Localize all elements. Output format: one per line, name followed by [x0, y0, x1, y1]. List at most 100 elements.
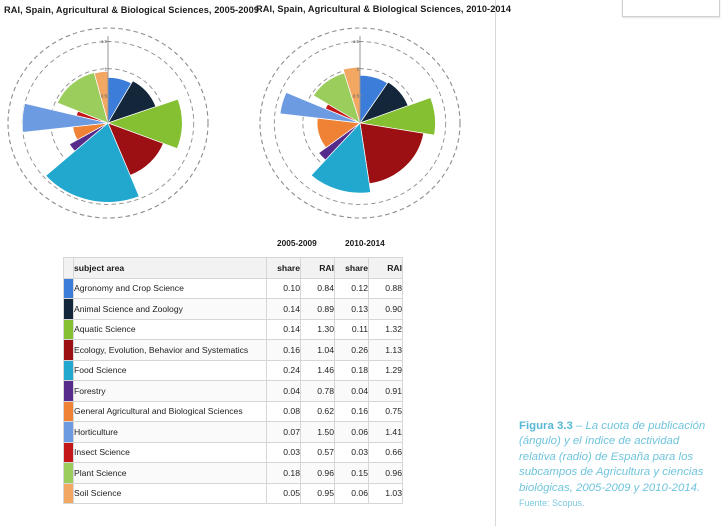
wedge-2010-2014 — [359, 122, 425, 185]
cell-subject-area: Horticulture — [73, 421, 267, 443]
legend-swatch — [63, 380, 74, 402]
cell-rai-1: 0.62 — [300, 400, 335, 422]
top-right-panel — [622, 0, 720, 17]
cell-rai-2: 0.88 — [368, 277, 403, 299]
table-row: Food Science 0.24 1.46 0.18 1.29 — [63, 359, 403, 381]
cell-share-1: 0.05 — [266, 482, 301, 504]
table-row: Forestry 0.04 0.78 0.04 0.91 — [63, 380, 403, 402]
cell-share-1: 0.04 — [266, 380, 301, 402]
legend-swatch — [63, 441, 74, 463]
color-swatch — [64, 299, 73, 319]
cell-rai-1: 0.78 — [300, 380, 335, 402]
color-swatch — [64, 360, 73, 380]
polar-chart-2005-2009: 0.5 1 1.5 — [0, 16, 240, 232]
cell-rai-2: 0.66 — [368, 441, 403, 463]
cell-rai-1: 0.96 — [300, 462, 335, 484]
cell-rai-2: 1.03 — [368, 482, 403, 504]
header-rai-2: RAI — [368, 257, 403, 279]
table-header-row: subject area share RAI share RAI — [63, 257, 403, 279]
cell-rai-2: 0.96 — [368, 462, 403, 484]
cell-subject-area: General Agricultural and Biological Scie… — [73, 400, 267, 422]
cell-share-2: 0.06 — [334, 482, 369, 504]
cell-share-1: 0.16 — [266, 339, 301, 361]
data-table-wrapper: subject area share RAI share RAI Agronom… — [63, 257, 403, 504]
cell-share-1: 0.14 — [266, 318, 301, 340]
header-rai-1: RAI — [300, 257, 335, 279]
cell-rai-1: 1.50 — [300, 421, 335, 443]
cell-rai-1: 0.95 — [300, 482, 335, 504]
period-header-1: 2005-2009 — [277, 238, 317, 248]
cell-share-1: 0.24 — [266, 359, 301, 381]
legend-swatch — [63, 359, 74, 381]
cell-rai-1: 1.30 — [300, 318, 335, 340]
table-row: Soil Science 0.05 0.95 0.06 1.03 — [63, 482, 403, 504]
cell-share-1: 0.10 — [266, 277, 301, 299]
table-body: Agronomy and Crop Science 0.10 0.84 0.12 0.8… — [63, 277, 403, 504]
figure-page: RAI, Spain, Agricultural & Biological Sc… — [0, 0, 727, 526]
cell-share-2: 0.16 — [334, 400, 369, 422]
legend-swatch — [63, 277, 74, 299]
header-subject-area: subject area — [73, 257, 267, 279]
cell-rai-1: 0.57 — [300, 441, 335, 463]
cell-rai-2: 1.29 — [368, 359, 403, 381]
cell-share-2: 0.11 — [334, 318, 369, 340]
header-share-1: share — [266, 257, 301, 279]
table-row: Aquatic Science 0.14 1.30 0.11 1.32 — [63, 318, 403, 340]
legend-swatch — [63, 339, 74, 361]
cell-share-1: 0.03 — [266, 441, 301, 463]
cell-rai-1: 1.46 — [300, 359, 335, 381]
color-swatch — [64, 442, 73, 462]
color-swatch — [64, 401, 73, 421]
cell-rai-2: 1.32 — [368, 318, 403, 340]
cell-rai-2: 1.13 — [368, 339, 403, 361]
cell-subject-area: Ecology, Evolution, Behavior and Systema… — [73, 339, 267, 361]
cell-subject-area: Plant Science — [73, 462, 267, 484]
table-row: Horticulture 0.07 1.50 0.06 1.41 — [63, 421, 403, 443]
cell-share-1: 0.18 — [266, 462, 301, 484]
cell-subject-area: Insect Science — [73, 441, 267, 463]
cell-rai-2: 1.41 — [368, 421, 403, 443]
table-row: Plant Science 0.18 0.96 0.15 0.96 — [63, 462, 403, 484]
cell-share-1: 0.08 — [266, 400, 301, 422]
legend-swatch — [63, 482, 74, 504]
figure-caption: Figura 3.3 – La cuota de publicación (án… — [519, 419, 715, 511]
color-swatch — [64, 278, 73, 298]
caption-figure-label: Figura 3.3 — [519, 420, 573, 432]
cell-subject-area: Aquatic Science — [73, 318, 267, 340]
color-swatch — [64, 422, 73, 442]
cell-rai-2: 0.91 — [368, 380, 403, 402]
table-row: Ecology, Evolution, Behavior and Systema… — [63, 339, 403, 361]
table-row: Animal Science and Zoology 0.14 0.89 0.13 0.… — [63, 298, 403, 320]
cell-share-2: 0.26 — [334, 339, 369, 361]
polar-svg-2010-2014: 0.511.5 — [259, 27, 461, 219]
cell-subject-area: Forestry — [73, 380, 267, 402]
cell-share-1: 0.14 — [266, 298, 301, 320]
table-row: Insect Science 0.03 0.57 0.03 0.66 — [63, 441, 403, 463]
cell-share-2: 0.12 — [334, 277, 369, 299]
cell-rai-2: 0.90 — [368, 298, 403, 320]
legend-swatch — [63, 298, 74, 320]
caption-source: Fuente: Scopus. — [519, 498, 585, 509]
cell-share-1: 0.07 — [266, 421, 301, 443]
cell-share-2: 0.06 — [334, 421, 369, 443]
polar-svg-2005-2009: 0.511.5 — [7, 27, 209, 219]
cell-share-2: 0.18 — [334, 359, 369, 381]
chart-title-2005-2009: RAI, Spain, Agricultural & Biological Sc… — [4, 5, 260, 15]
cell-share-2: 0.04 — [334, 380, 369, 402]
legend-swatch — [63, 462, 74, 484]
table-row: Agronomy and Crop Science 0.10 0.84 0.12 0.8… — [63, 277, 403, 299]
table-row: General Agricultural and Biological Scie… — [63, 400, 403, 422]
cell-subject-area: Food Science — [73, 359, 267, 381]
legend-swatch — [63, 400, 74, 422]
cell-share-2: 0.13 — [334, 298, 369, 320]
cell-rai-1: 0.89 — [300, 298, 335, 320]
cell-rai-2: 0.75 — [368, 400, 403, 422]
header-share-2: share — [334, 257, 369, 279]
cell-subject-area: Animal Science and Zoology — [73, 298, 267, 320]
period-header-2: 2010-2014 — [345, 238, 385, 248]
subject-area-table: subject area share RAI share RAI Agronom… — [63, 257, 403, 504]
color-swatch — [64, 463, 73, 483]
wedge-group-2010-2014 — [279, 66, 436, 194]
color-swatch — [64, 319, 73, 339]
column-divider — [495, 0, 496, 526]
